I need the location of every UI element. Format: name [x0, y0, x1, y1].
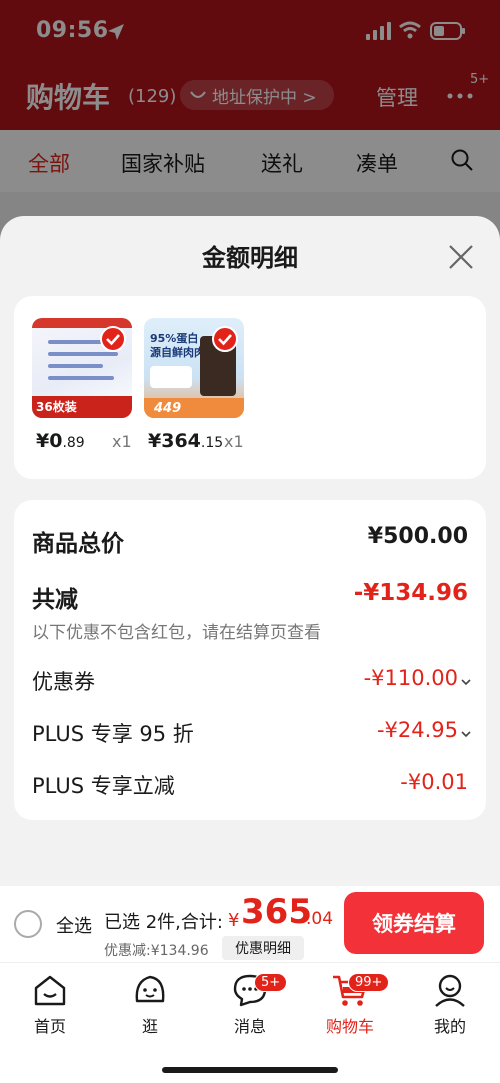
tab-profile[interactable]: 我的 [410, 971, 490, 1037]
tab-label: 首页 [33, 1017, 66, 1036]
plus-95-value[interactable]: -¥24.95 [377, 718, 458, 742]
product-price: ¥364.15 [148, 430, 224, 452]
tab-label: 我的 [433, 1017, 466, 1036]
message-badge: 5+ [254, 973, 288, 992]
plus-reduce-label: PLUS 专享立减 [32, 774, 175, 798]
plus-reduce-value: -¥0.01 [400, 770, 468, 794]
total-currency: ¥ [228, 910, 240, 931]
sheet-title: 金额明细 [202, 244, 298, 272]
tab-messages[interactable]: 消息 5+ [210, 971, 290, 1037]
total-reduce-value: -¥134.96 [353, 580, 468, 606]
coupon-value[interactable]: -¥110.00 [364, 666, 458, 690]
tab-explore[interactable]: 逛 [110, 971, 190, 1037]
tab-label: 消息 [233, 1017, 266, 1036]
check-icon [100, 326, 126, 352]
product-thumbnail[interactable]: 36枚装 [32, 318, 132, 418]
product-price: ¥0.89 [36, 430, 85, 452]
discount-summary: 优惠减:¥134.96 [104, 943, 209, 959]
home-indicator [162, 1067, 338, 1073]
selected-products-card: 36枚装 ¥0.89 x1 95%蛋白 源自鲜肉肉 449 ¥364.15 x1 [14, 296, 486, 479]
tab-label: 购物车 [325, 1017, 374, 1036]
home-icon [34, 975, 66, 1006]
product-quantity: x1 [112, 432, 132, 451]
product-quantity: x1 [224, 432, 244, 451]
plus-95-label: PLUS 专享 95 折 [32, 722, 194, 746]
selected-summary: 已选 2件,合计: [104, 912, 223, 933]
discount-note: 以下优惠不包含红包，请在结算页查看 [32, 623, 321, 643]
select-all-label[interactable]: 全选 [56, 912, 92, 938]
price-detail-card: 商品总价 ¥500.00 共减 -¥134.96 以下优惠不包含红包，请在结算页… [14, 500, 486, 820]
total-reduce-label: 共减 [32, 587, 78, 613]
goods-total-label: 商品总价 [32, 531, 124, 557]
explore-icon [135, 975, 165, 1003]
product-item[interactable]: 36枚装 ¥0.89 [32, 318, 132, 452]
profile-icon [435, 974, 465, 1007]
product-thumbnail[interactable]: 95%蛋白 源自鲜肉肉 449 [144, 318, 244, 418]
checkout-bar: 全选 已选 2件,合计: ¥ 365 .04 优惠减:¥134.96 优惠明细 … [0, 886, 500, 962]
bottom-tab-bar: 首页 逛 消息 5+ 购物车 99+ 我的 [0, 962, 500, 1083]
product-thumb-label: 449 [154, 401, 182, 416]
cart-badge: 99+ [348, 973, 390, 992]
total-amount: 365 [241, 892, 312, 932]
coupon-label: 优惠券 [32, 670, 95, 694]
total-amount-cents: .04 [306, 909, 334, 929]
check-icon [212, 326, 238, 352]
goods-total-value: ¥500.00 [367, 524, 468, 549]
tab-label: 逛 [141, 1017, 158, 1036]
chevron-down-icon[interactable] [460, 728, 472, 740]
close-icon[interactable] [446, 242, 476, 272]
product-item[interactable]: 95%蛋白 源自鲜肉肉 449 ¥364.15 [144, 318, 244, 452]
discount-detail-button[interactable]: 优惠明细 [222, 936, 304, 960]
product-thumb-text: 95%蛋白 源自鲜肉肉 [150, 332, 205, 359]
select-all-radio[interactable] [14, 910, 42, 938]
tab-home[interactable]: 首页 [10, 971, 90, 1037]
checkout-button[interactable]: 领券结算 [344, 892, 484, 954]
product-thumb-label: 36枚装 [36, 400, 77, 414]
chevron-down-icon[interactable] [460, 676, 472, 688]
tab-cart[interactable]: 购物车 99+ [310, 971, 390, 1037]
